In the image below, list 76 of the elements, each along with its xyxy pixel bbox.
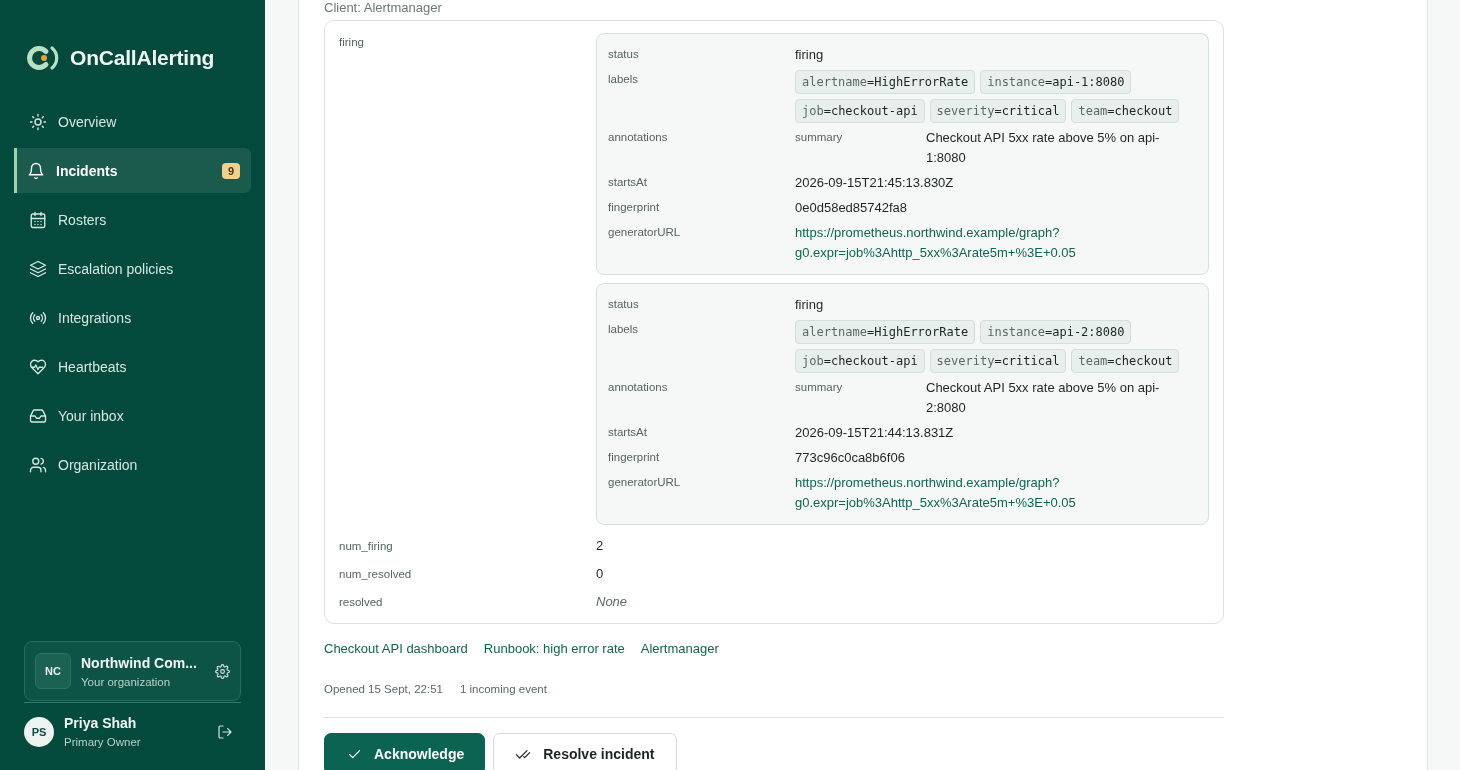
field-value: None (596, 593, 628, 611)
client-heading: Client: Alertmanager (324, 0, 442, 15)
nav-item[interactable]: Integrations (14, 295, 251, 340)
acknowledge-button[interactable]: Acknowledge (324, 733, 486, 770)
logout-icon[interactable] (217, 723, 233, 740)
generator-link[interactable]: https://prometheus.northwind.example/graph?g0.expr=job%3Ahttp_5xx%3Arate5m+%3E+0.05 (795, 473, 1175, 513)
annotation-value: Checkout API 5xx rate above 5% on api-2:8080 (926, 379, 1161, 417)
related-link[interactable]: Runbook: high error rate (483, 641, 625, 656)
brand-name: OnCallAlerting (70, 46, 215, 70)
field-key: num_firing (339, 537, 393, 555)
field-value: 2026-09-15T21:44:13.831Z (795, 424, 954, 442)
label-tag: severity=critical (929, 349, 1067, 373)
label-tag: team=checkout (1071, 349, 1180, 373)
layers-icon (29, 259, 47, 278)
field-key: status (608, 295, 639, 313)
field-key: firing (339, 33, 364, 51)
settings-icon (215, 663, 230, 679)
nav-item[interactable]: Escalation policies (14, 246, 251, 291)
label-tag: instance=api-1:8080 (980, 70, 1132, 94)
field-value: firing (795, 46, 824, 64)
nav-item[interactable]: Heartbeats (14, 344, 251, 389)
label-tag: alertname=HighErrorRate (795, 320, 976, 344)
calendar-icon (29, 210, 47, 229)
heart-pulse-icon (29, 357, 47, 376)
nav-item[interactable]: Overview (14, 99, 251, 144)
field-value: 773c96c0ca8b6f06 (795, 449, 905, 467)
field-key: resolved (339, 593, 383, 611)
label-tag: job=checkout-api (795, 99, 925, 123)
inbox-icon (29, 406, 47, 425)
nav-item[interactable]: Organization (14, 442, 251, 487)
organization-name: Northwind Com... (81, 654, 198, 671)
related-link[interactable]: Checkout API dashboard (324, 641, 468, 656)
annotation-key: summary (795, 378, 843, 418)
count-badge: 9 (221, 162, 240, 179)
field-key: startsAt (608, 423, 647, 441)
related-link[interactable]: Alertmanager (640, 641, 719, 656)
annotation-value: Checkout API 5xx rate above 5% on api-1:8080 (926, 129, 1161, 167)
field-value: firing (795, 296, 824, 314)
user-role: Primary Owner (64, 736, 142, 748)
field-key: status (608, 45, 639, 63)
sun-icon (29, 112, 47, 131)
field-value: 0e0d58ed85742fa8 (795, 199, 908, 217)
field-key: generatorURL (608, 223, 681, 241)
field-key: generatorURL (608, 473, 681, 491)
organization-avatar: NC (35, 653, 71, 689)
resolve-button[interactable]: Resolve incident (493, 733, 677, 770)
field-key: labels (608, 320, 639, 338)
field-key: annotations (608, 128, 668, 146)
label-tag: job=checkout-api (795, 349, 925, 373)
users-icon (29, 455, 47, 474)
label-tag: instance=api-2:8080 (980, 320, 1132, 344)
field-key: labels (608, 70, 639, 88)
logo-icon (26, 45, 60, 71)
field-value: 0 (596, 565, 604, 583)
user-name: Priya Shah (64, 715, 138, 731)
field-value: 2026-09-15T21:45:13.830Z (795, 174, 954, 192)
field-key: startsAt (608, 173, 647, 191)
nav-item[interactable]: Your inbox (14, 393, 251, 438)
incident-meta: 1 incoming event (459, 683, 547, 695)
label-tag: alertname=HighErrorRate (795, 70, 976, 94)
field-value: 2 (596, 537, 604, 555)
label-tag: severity=critical (929, 99, 1067, 123)
nav-item[interactable]: Rosters (14, 197, 251, 242)
organization-card[interactable]: NC Northwind Com... Your organization (24, 641, 241, 701)
field-key: annotations (608, 378, 668, 396)
field-key: num_resolved (339, 565, 412, 583)
field-key: fingerprint (608, 198, 660, 216)
field-key: fingerprint (608, 448, 660, 466)
label-tag: team=checkout (1071, 99, 1180, 123)
user-avatar: PS (24, 716, 54, 747)
nav-item[interactable]: Incidents 9 (14, 148, 251, 193)
generator-link[interactable]: https://prometheus.northwind.example/graph?g0.expr=job%3Ahttp_5xx%3Arate5m+%3E+0.05 (795, 223, 1175, 263)
annotation-key: summary (795, 128, 843, 168)
incident-meta: Opened 15 Sept, 22:51 (324, 683, 443, 695)
organization-subtitle: Your organization (81, 675, 172, 688)
bell-icon (27, 161, 45, 180)
